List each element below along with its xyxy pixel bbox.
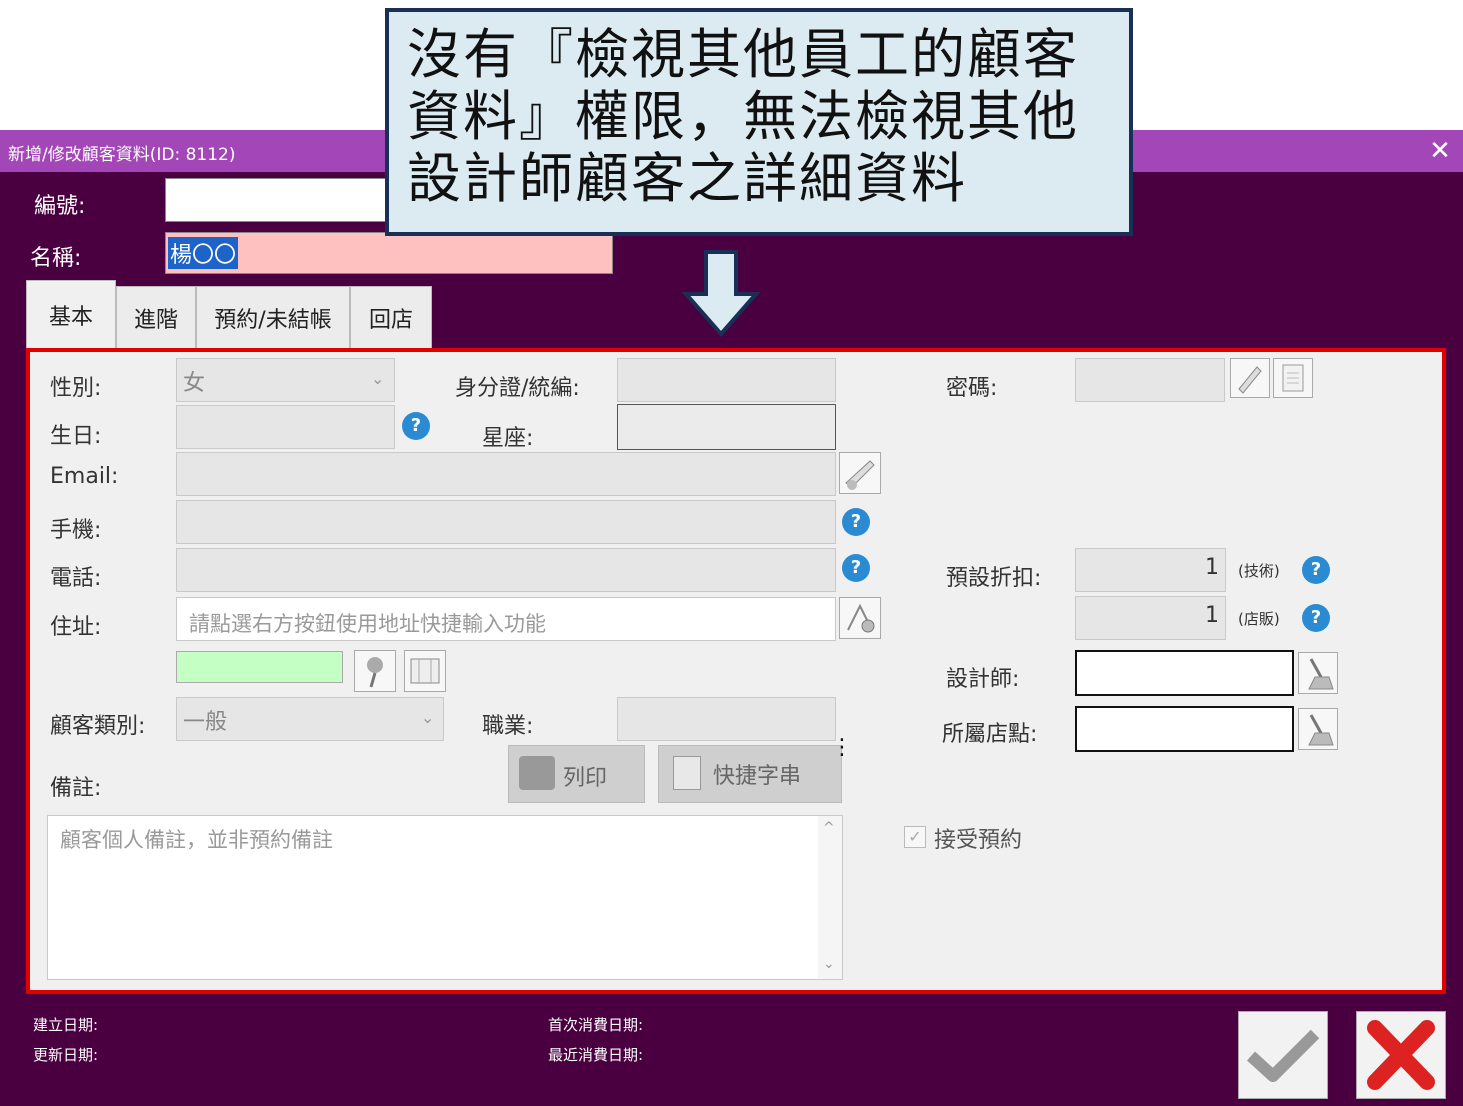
- name-label: 名稱:: [30, 246, 82, 271]
- tab-advanced[interactable]: 進階: [116, 286, 196, 348]
- number-label: 編號:: [34, 194, 86, 219]
- arrow-down-icon: [682, 250, 760, 338]
- check-icon: [1246, 1029, 1320, 1082]
- highlight-frame: [26, 348, 1446, 994]
- name-input[interactable]: 楊〇〇: [165, 232, 613, 274]
- name-value: 楊〇〇: [168, 237, 239, 269]
- window-title: 新增/修改顧客資料(ID: 8112): [8, 145, 236, 165]
- number-input[interactable]: [165, 178, 387, 222]
- callout-line-2: 資料』權限，無法檢視其他: [407, 85, 1079, 148]
- created-date-label: 建立日期:: [33, 1016, 99, 1034]
- close-icon[interactable]: ✕: [1426, 136, 1454, 166]
- last-visit-label: 最近消費日期:: [548, 1046, 644, 1064]
- callout-line-3: 設計師顧客之詳細資料: [407, 147, 967, 210]
- callout-line-1: 沒有『檢視其他員工的顧客: [407, 23, 1079, 86]
- cross-icon: [1367, 1020, 1435, 1090]
- cancel-button[interactable]: [1356, 1011, 1446, 1099]
- tab-booking[interactable]: 預約/未結帳: [196, 286, 350, 348]
- callout-box: 沒有『檢視其他員工的顧客 資料』權限，無法檢視其他 設計師顧客之詳細資料: [385, 8, 1133, 236]
- confirm-button[interactable]: [1238, 1011, 1328, 1099]
- first-visit-label: 首次消費日期:: [548, 1016, 644, 1034]
- tab-basic[interactable]: 基本: [26, 280, 116, 348]
- tab-return[interactable]: 回店: [350, 286, 432, 348]
- updated-date-label: 更新日期:: [33, 1046, 99, 1064]
